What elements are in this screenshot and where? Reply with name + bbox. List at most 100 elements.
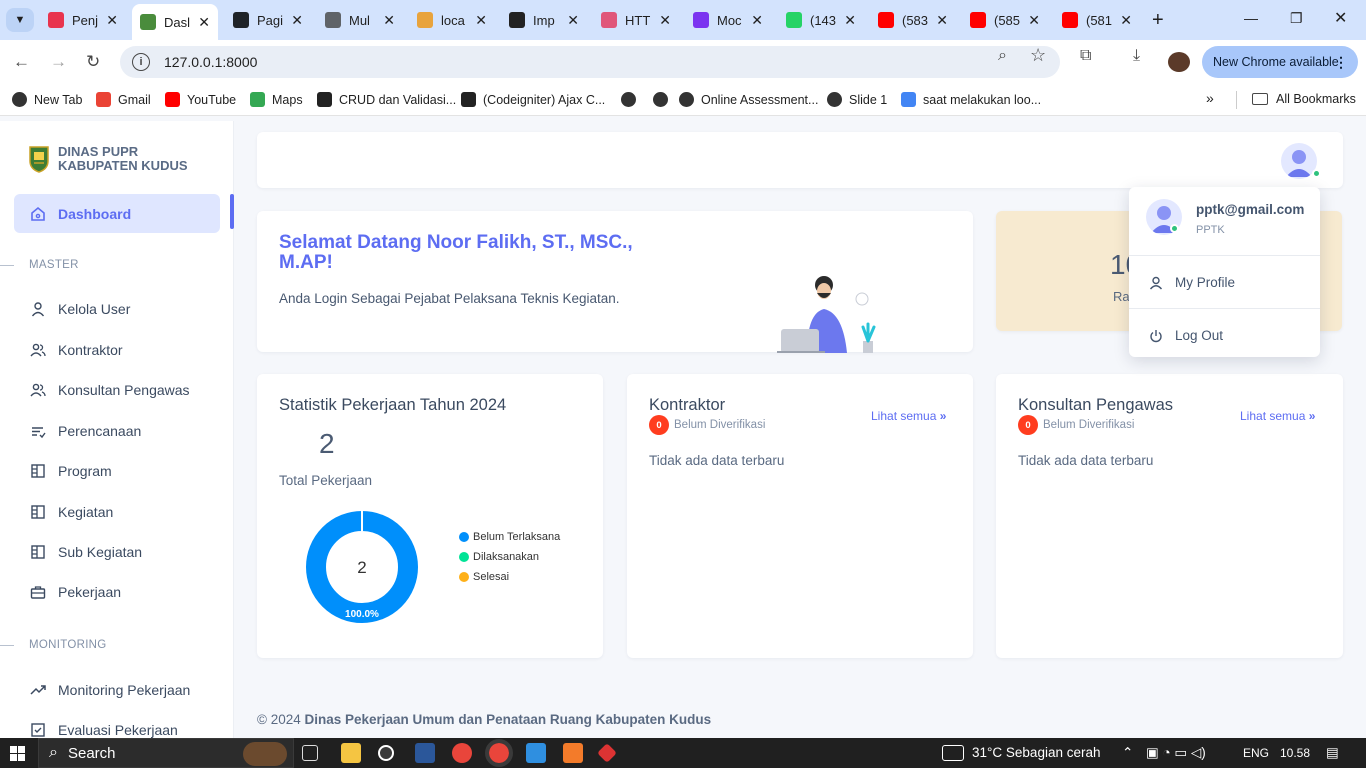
dropdown-divider <box>1129 308 1320 309</box>
close-tab-icon[interactable]: ✕ <box>475 12 487 29</box>
sidebar-item-konsultan-pengawas[interactable]: Konsultan Pengawas <box>30 382 190 398</box>
tray-status-icons[interactable]: ▣ ◔ ▭ ◁) <box>1146 745 1206 761</box>
notification-icon[interactable]: ▤ <box>1326 745 1339 761</box>
bookmark-item[interactable]: Online Assessment... <box>679 92 818 107</box>
bookmark-star-icon[interactable]: ☆ <box>1030 45 1046 66</box>
forward-button[interactable]: → <box>50 52 67 72</box>
vscode-icon[interactable] <box>526 743 546 763</box>
bookmark-globe-icon[interactable] <box>653 92 675 107</box>
kontraktor-see-all-link[interactable]: Lihat semua » <box>871 409 946 423</box>
sidebar-item-kegiatan[interactable]: Kegiatan <box>30 504 113 520</box>
clock[interactable]: 10.58 <box>1280 746 1310 760</box>
sidebar-item-kelola-user[interactable]: Kelola User <box>30 301 130 317</box>
bookmarks-overflow-icon[interactable]: » <box>1206 90 1214 106</box>
restore-button[interactable]: ❐ <box>1290 10 1303 27</box>
online-status-dot <box>1312 169 1321 178</box>
close-tab-icon[interactable]: ✕ <box>198 14 210 31</box>
bookmark-item[interactable]: CRUD dan Validasi... <box>317 92 456 107</box>
close-tab-icon[interactable]: ✕ <box>1120 12 1132 29</box>
sidebar-item-perencanaan[interactable]: Perencanaan <box>30 423 141 439</box>
globe-icon <box>653 92 668 107</box>
windows-start-icon[interactable] <box>10 746 25 761</box>
konsultan-see-all-link[interactable]: Lihat semua » <box>1240 409 1315 423</box>
new-tab-button[interactable]: + <box>1152 10 1164 30</box>
git-icon[interactable] <box>597 743 617 763</box>
app-icon[interactable] <box>378 745 394 761</box>
sidebar-item-kontraktor[interactable]: Kontraktor <box>30 342 123 358</box>
back-button[interactable]: ← <box>13 52 30 72</box>
reload-button[interactable]: ↻ <box>86 52 100 72</box>
extensions-icon[interactable]: ⧉ <box>1080 47 1091 65</box>
bookmark-item[interactable]: (Codeigniter) Ajax C... <box>461 92 605 107</box>
bookmark-item[interactable]: Gmail <box>96 92 151 107</box>
sidebar-item-sub-kegiatan[interactable]: Sub Kegiatan <box>30 544 142 560</box>
pending-count-badge: 0 <box>1018 415 1038 435</box>
browser-tab[interactable]: Imp ✕ <box>501 6 587 34</box>
minimize-button[interactable]: — <box>1244 10 1258 26</box>
close-tab-icon[interactable]: ✕ <box>936 12 948 29</box>
legend-item[interactable]: Dilaksanakan <box>459 551 539 563</box>
language-indicator[interactable]: ENG <box>1243 746 1269 760</box>
close-tab-icon[interactable]: ✕ <box>291 12 303 29</box>
browser-tab[interactable]: Dasl ✕ <box>132 4 218 40</box>
browser-tab[interactable]: Pagi ✕ <box>225 6 311 34</box>
browser-tab[interactable]: Moc ✕ <box>685 6 771 34</box>
chrome-update-button[interactable]: New Chrome available ⋮ <box>1202 46 1358 78</box>
brand[interactable]: DINAS PUPR KABUPATEN KUDUS <box>28 145 188 173</box>
bookmark-item[interactable]: New Tab <box>12 92 82 107</box>
close-tab-icon[interactable]: ✕ <box>1028 12 1040 29</box>
browser-tab[interactable]: (585 ✕ <box>962 6 1048 34</box>
tab-search-button[interactable]: ▼ <box>6 8 34 32</box>
site-info-icon[interactable]: i <box>132 53 150 71</box>
profile-avatar-icon[interactable] <box>1168 52 1190 72</box>
all-bookmarks-button[interactable]: All Bookmarks <box>1252 92 1356 106</box>
legend-item[interactable]: Selesai <box>459 571 509 583</box>
sidebar-item-evaluasi-pekerjaan[interactable]: Evaluasi Pekerjaan <box>30 722 178 738</box>
close-tab-icon[interactable]: ✕ <box>106 12 118 29</box>
file-explorer-icon[interactable] <box>341 743 361 763</box>
browser-tab[interactable]: (143 ✕ <box>778 6 864 34</box>
word-icon[interactable] <box>415 743 435 763</box>
close-tab-icon[interactable]: ✕ <box>567 12 579 29</box>
xampp-icon[interactable] <box>563 743 583 763</box>
download-icon[interactable]: ⤓ <box>1133 47 1140 65</box>
browser-tab[interactable]: (581 ✕ <box>1054 6 1140 34</box>
close-tab-icon[interactable]: ✕ <box>383 12 395 29</box>
my-profile-menu-item[interactable]: My Profile <box>1149 275 1235 290</box>
sidebar-item-dashboard[interactable]: Dashboard <box>14 194 220 233</box>
legend-marker <box>459 552 469 562</box>
browser-tab[interactable]: HTT ✕ <box>593 6 679 34</box>
bookmark-item[interactable]: Maps <box>250 92 303 107</box>
taskbar-search[interactable]: ⌕ Search <box>38 738 294 768</box>
zoom-icon[interactable]: ⌕ <box>998 47 1007 65</box>
tray-chevron-up-icon[interactable]: ⌃ <box>1122 745 1133 761</box>
kontraktor-pending: 0 Belum Diverifikasi <box>649 415 765 435</box>
address-bar[interactable]: i 127.0.0.1:8000 <box>120 46 1060 78</box>
bookmark-label: CRUD dan Validasi... <box>339 92 457 107</box>
close-tab-icon[interactable]: ✕ <box>751 12 763 29</box>
more-menu-icon[interactable]: ⋮ <box>1334 54 1348 71</box>
browser-tab[interactable]: (583 ✕ <box>870 6 956 34</box>
chrome-icon[interactable] <box>452 743 472 763</box>
bookmark-item[interactable]: Slide 1 <box>827 92 887 107</box>
legend-item[interactable]: Belum Terlaksana <box>459 531 560 543</box>
sidebar-item-pekerjaan[interactable]: Pekerjaan <box>30 584 121 600</box>
section-label-monitoring: MONITORING <box>29 639 107 651</box>
browser-tab[interactable]: loca ✕ <box>409 6 495 34</box>
bookmark-item[interactable]: YouTube <box>165 92 236 107</box>
bookmark-item[interactable]: saat melakukan loo... <box>901 92 1041 107</box>
close-tab-icon[interactable]: ✕ <box>659 12 671 29</box>
browser-tab[interactable]: Penj ✕ <box>40 6 126 34</box>
browser-tab[interactable]: Mul ✕ <box>317 6 403 34</box>
sidebar-item-program[interactable]: Program <box>30 463 112 479</box>
close-tab-icon[interactable]: ✕ <box>844 12 856 29</box>
bookmark-globe-icon[interactable] <box>621 92 643 107</box>
logout-menu-item[interactable]: Log Out <box>1149 328 1223 343</box>
close-window-button[interactable]: ✕ <box>1334 8 1347 28</box>
sidebar-item-monitoring-pekerjaan[interactable]: Monitoring Pekerjaan <box>30 682 190 698</box>
weather-icon[interactable] <box>942 745 964 761</box>
weather-text[interactable]: 31°C Sebagian cerah <box>972 745 1101 760</box>
task-view-icon[interactable] <box>302 745 318 761</box>
tab-favicon-icon <box>601 12 617 28</box>
chrome-active-icon[interactable] <box>485 739 513 767</box>
